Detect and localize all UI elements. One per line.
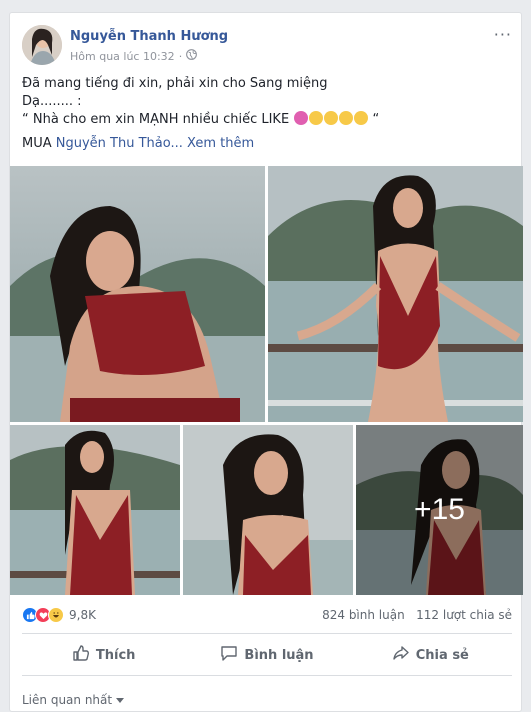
post-time[interactable]: Hôm qua lúc 10:32 — [70, 50, 175, 63]
haha-reaction-icon — [48, 607, 64, 623]
share-button[interactable]: Chia sẻ — [349, 639, 512, 671]
photo-3[interactable] — [10, 425, 180, 595]
photo-1[interactable] — [10, 166, 265, 422]
post-meta: Hôm qua lúc 10:32 · — [70, 49, 198, 63]
photo-grid: +15 — [10, 166, 523, 596]
reactions-count[interactable]: 9,8K — [69, 608, 96, 622]
comment-button[interactable]: Bình luận — [185, 639, 348, 671]
laughing-emoji-icon — [324, 111, 339, 125]
photo-2[interactable] — [268, 166, 523, 422]
comment-icon — [220, 644, 238, 666]
star-struck-emoji-icon — [294, 111, 309, 125]
post-text: Đã mang tiếng đi xin, phải xin cho Sang … — [22, 75, 512, 153]
laughing-emoji-icon — [339, 111, 354, 125]
share-label: Chia sẻ — [415, 647, 469, 663]
laughing-emoji-icon — [354, 111, 369, 125]
globe-icon[interactable] — [186, 49, 198, 63]
stats-right: 824 bình luận 112 lượt chia sẻ — [322, 608, 512, 622]
divider — [22, 675, 512, 676]
comments-count[interactable]: 824 bình luận — [322, 608, 405, 622]
tag-line: MUA Nguyễn Thu Thảo... Xem thêm — [22, 136, 255, 151]
author-name[interactable]: Nguyễn Thanh Hương — [70, 29, 228, 44]
like-label: Thích — [95, 647, 136, 663]
more-options-icon[interactable]: ··· — [494, 25, 512, 44]
post-card: Nguyễn Thanh Hương Hôm qua lúc 10:32 · ·… — [9, 12, 523, 712]
post-stats: 9,8K 824 bình luận 112 lượt chia sẻ — [22, 605, 512, 627]
tagged-user-link[interactable]: Nguyễn Thu Thảo... — [56, 136, 183, 151]
more-photos-count[interactable]: +15 — [356, 425, 523, 595]
like-button[interactable]: Thích — [22, 639, 185, 671]
share-icon — [392, 644, 410, 666]
action-bar: Thích Bình luận Chia sẻ — [22, 639, 512, 671]
photo-5[interactable]: +15 — [356, 425, 523, 595]
post-line-1: Đã mang tiếng đi xin, phải xin cho Sang … — [22, 76, 328, 91]
see-more-link[interactable]: Xem thêm — [187, 136, 254, 151]
post-line-2: Dạ........ : — [22, 94, 82, 109]
divider — [22, 633, 512, 634]
comment-label: Bình luận — [244, 647, 314, 663]
post-line-3: “ Nhà cho em xin MẠNH nhiều chiếc LIKE “ — [22, 111, 380, 127]
laughing-emoji-icon — [309, 111, 324, 125]
avatar[interactable] — [22, 25, 62, 65]
post-header: Nguyễn Thanh Hương Hôm qua lúc 10:32 · ·… — [22, 25, 512, 67]
shares-count[interactable]: 112 lượt chia sẻ — [416, 608, 512, 622]
thumbs-up-icon — [72, 644, 90, 666]
photo-4[interactable] — [183, 425, 353, 595]
reactions-summary[interactable]: 9,8K — [22, 607, 96, 623]
